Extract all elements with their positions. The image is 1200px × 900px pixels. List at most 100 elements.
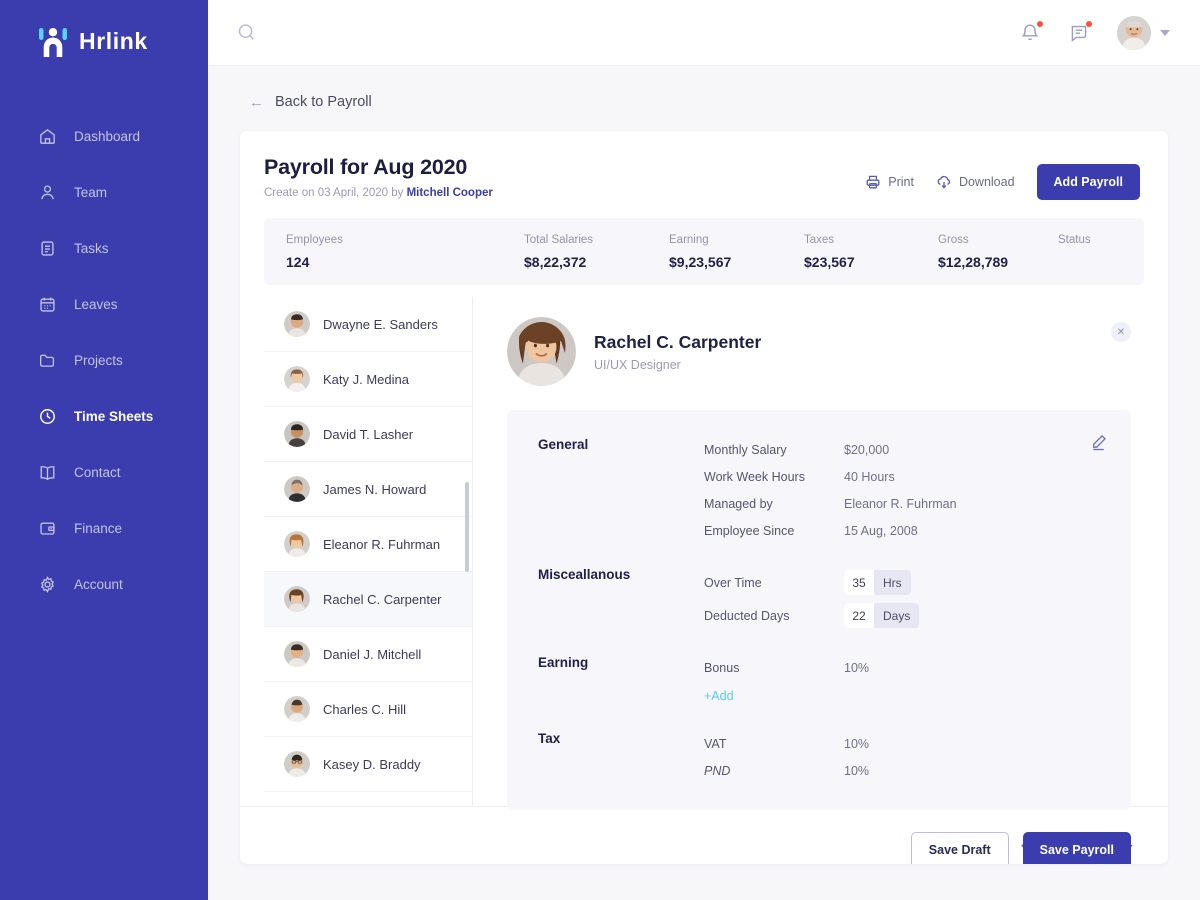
detail-value: 10% [844, 763, 870, 778]
stat-label: Total Salaries [524, 234, 594, 246]
breadcrumb[interactable]: ← Back to Payroll [240, 66, 1168, 131]
scrollbar-thumb[interactable] [465, 482, 469, 572]
user-icon [38, 183, 57, 202]
download-button[interactable]: Download [936, 174, 1015, 190]
back-to-payroll-link[interactable]: Back to Payroll [275, 94, 372, 110]
stat-status: Status [1036, 234, 1091, 270]
bell-icon[interactable] [1019, 20, 1043, 44]
stat-label: Employees [286, 234, 343, 246]
list-item[interactable]: David T. Lasher [264, 407, 472, 462]
employee-header: Rachel C. Carpenter UI/UX Designer [507, 317, 1131, 386]
list-item[interactable]: Eleanor R. Fuhrman [264, 517, 472, 572]
search-icon[interactable] [236, 22, 258, 44]
add-earning-link[interactable]: +Add [704, 687, 844, 703]
list-item-label: James N. Howard [323, 481, 427, 497]
payroll-card-header: Payroll for Aug 2020 Create on 03 April,… [240, 131, 1168, 200]
list-item-selected[interactable]: Rachel C. Carpenter [264, 572, 472, 627]
sidebar-item-projects[interactable]: Projects [0, 332, 208, 388]
section-title: Misceallanous [538, 567, 631, 582]
app-root: Hrlink Dashboard Team Tasks Leaves Proje… [0, 0, 1200, 900]
stat-value: $9,23,567 [669, 254, 732, 270]
save-payroll-button[interactable]: Save Payroll [1022, 832, 1131, 864]
stat-label: Taxes [804, 234, 835, 246]
section-rows: Over Time 35 Hrs Deducted Days 22 Days [704, 566, 1131, 632]
clipboard-icon [38, 239, 57, 258]
sidebar-item-tasks[interactable]: Tasks [0, 220, 208, 276]
employee-identity: Rachel C. Carpenter UI/UX Designer [594, 332, 761, 372]
payroll-meta: Create on 03 April, 2020 by Mitchell Coo… [264, 187, 493, 199]
deducted-days-stepper[interactable]: 22 Days [844, 603, 920, 628]
sidebar-item-contact[interactable]: Contact [0, 444, 208, 500]
sidebar-item-dashboard[interactable]: Dashboard [0, 108, 208, 164]
detail-value: 10% [844, 736, 870, 751]
section-title: Earning [538, 655, 589, 670]
list-item[interactable]: Dwayne E. Sanders [264, 297, 472, 352]
avatar [284, 586, 310, 612]
detail-row: Managed by Eleanor R. Fuhrman [704, 490, 1131, 517]
sidebar-item-finance[interactable]: Finance [0, 500, 208, 556]
topbar [208, 0, 1200, 66]
stat-earning: Earning $9,23,567 [647, 234, 782, 270]
list-item[interactable]: James N. Howard [264, 462, 472, 517]
payroll-author-link[interactable]: Mitchell Cooper [407, 187, 493, 199]
overtime-input[interactable]: 35 [844, 570, 874, 595]
employee-detail-pane: ✕ Rachel C. Carpenter UI/UX Designer Gen… [473, 297, 1168, 864]
stat-label: Earning [669, 234, 709, 246]
print-button[interactable]: Print [865, 174, 914, 190]
print-label: Print [888, 175, 914, 189]
chevron-down-icon [1160, 29, 1170, 36]
overtime-stepper[interactable]: 35 Hrs [844, 570, 911, 595]
detail-key: Monthly Salary [704, 442, 787, 457]
list-item-label: Eleanor R. Fuhrman [323, 536, 441, 552]
stat-value: $23,567 [804, 254, 855, 270]
detail-key: Deducted Days [704, 608, 790, 623]
add-payroll-button[interactable]: Add Payroll [1036, 164, 1140, 200]
employee-list-scrollbar[interactable] [465, 297, 469, 806]
avatar [284, 421, 310, 447]
home-icon [38, 127, 57, 146]
close-icon[interactable]: ✕ [1111, 322, 1131, 342]
edit-pencil-icon[interactable] [1090, 434, 1107, 451]
detail-row: PND 10% [704, 757, 1131, 784]
list-item-label: Kasey D. Braddy [323, 756, 421, 772]
detail-row: Deducted Days 22 Days [704, 599, 1131, 632]
section-rows: VAT 10% PND 10% [704, 730, 1131, 784]
section-rows: Monthly Salary $20,000 Work Week Hours 4… [704, 436, 1131, 544]
payroll-card: Payroll for Aug 2020 Create on 03 April,… [240, 131, 1168, 864]
gear-icon [38, 575, 57, 594]
sidebar-item-leaves[interactable]: Leaves [0, 276, 208, 332]
sidebar-item-account[interactable]: Account [0, 556, 208, 612]
sidebar: Hrlink Dashboard Team Tasks Leaves Proje… [0, 0, 208, 900]
sidebar-item-label: Finance [74, 520, 123, 536]
list-item[interactable]: Jenny Carpenter [264, 792, 472, 806]
sidebar-item-team[interactable]: Team [0, 164, 208, 220]
wallet-icon [38, 519, 57, 538]
detail-row: VAT 10% [704, 730, 1131, 757]
sidebar-item-label: Team [74, 184, 108, 200]
sidebar-item-time-sheets[interactable]: Time Sheets [0, 388, 208, 444]
detail-key: Bonus [704, 660, 740, 675]
detail-key: Employee Since [704, 523, 795, 538]
sidebar-item-label: Contact [74, 464, 121, 480]
list-item[interactable]: Daniel J. Mitchell [264, 627, 472, 682]
user-menu[interactable] [1117, 15, 1170, 50]
message-icon[interactable] [1068, 20, 1092, 44]
sidebar-item-label: Dashboard [74, 128, 141, 144]
list-item[interactable]: Kasey D. Braddy [264, 737, 472, 792]
list-item[interactable]: Katy J. Medina [264, 352, 472, 407]
brand-logo[interactable]: Hrlink [0, 0, 208, 66]
sidebar-item-label: Time Sheets [74, 408, 154, 424]
section-title: Tax [538, 731, 561, 746]
topbar-actions [1019, 15, 1170, 50]
list-item-label: Katy J. Medina [323, 371, 409, 387]
save-draft-button[interactable]: Save Draft [910, 832, 1009, 864]
list-item-label: David T. Lasher [323, 426, 414, 442]
deducted-days-input[interactable]: 22 [844, 603, 874, 628]
list-item[interactable]: Charles C. Hill [264, 682, 472, 737]
stat-label: Status [1058, 234, 1091, 246]
detail-row: Employee Since 15 Aug, 2008 [704, 517, 1131, 544]
section-misceallanous: Misceallanous Over Time 35 Hrs Deducted … [538, 566, 1131, 632]
stat-label: Gross [938, 234, 969, 246]
employee-list[interactable]: Dwayne E. Sanders Katy J. Medina David T… [264, 297, 473, 806]
detail-row: Over Time 35 Hrs [704, 566, 1131, 599]
